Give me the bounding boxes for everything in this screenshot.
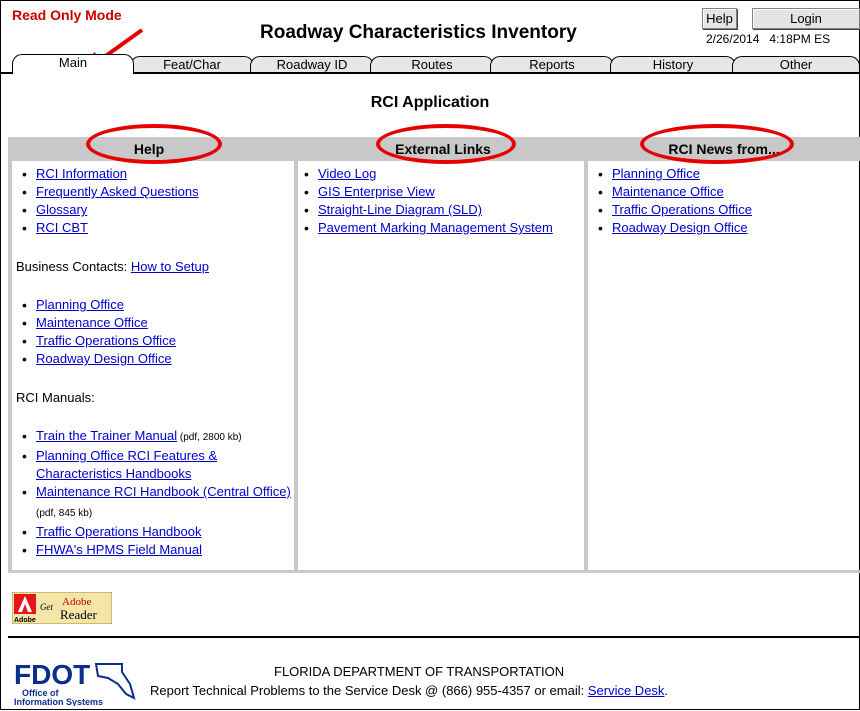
- external-links-list: Video Log GIS Enterprise View Straight-L…: [294, 165, 584, 237]
- list-item: RCI Information: [12, 165, 294, 183]
- link-service-desk[interactable]: Service Desk: [588, 683, 665, 698]
- adobe-reader-badge[interactable]: Adobe Get Adobe Reader: [11, 591, 113, 625]
- help-links-list: RCI Information Frequently Asked Questio…: [12, 165, 294, 237]
- file-note: (pdf, 845 kb): [36, 508, 93, 519]
- time-text: 4:18PM ES: [769, 32, 831, 46]
- contacts-list: Planning Office Maintenance Office Traff…: [12, 296, 294, 368]
- list-item: Maintenance Office: [12, 314, 294, 332]
- annotation-oval-external: [376, 124, 516, 164]
- fdot-logo-text: FDOT: [14, 659, 90, 690]
- list-item: Roadway Design Office: [588, 219, 860, 237]
- external-links-column: Video Log GIS Enterprise View Straight-L…: [294, 161, 588, 570]
- footer-period: .: [664, 683, 669, 698]
- date-text: 2/26/2014: [706, 32, 760, 46]
- link-traffic-ops-handbook[interactable]: Traffic Operations Handbook: [36, 524, 201, 539]
- link-faq[interactable]: Frequently Asked Questions: [36, 184, 199, 199]
- link-sld[interactable]: Straight-Line Diagram (SLD): [318, 202, 482, 217]
- columns-bottom-border: [8, 570, 860, 573]
- list-item: Planning Office RCI Features & Character…: [12, 447, 294, 483]
- fdot-logo-sub2: Information Systems: [14, 697, 103, 706]
- list-item: Video Log: [294, 165, 584, 183]
- list-item: Pavement Marking Management System: [294, 219, 584, 237]
- adobe-brand-text: Adobe: [14, 617, 36, 624]
- link-pavement-marking[interactable]: Pavement Marking Management System: [318, 220, 553, 235]
- adobe-product-text: Reader: [60, 607, 97, 622]
- list-item: Train the Trainer Manual (pdf, 2800 kb): [12, 427, 294, 447]
- list-item: Planning Office: [588, 165, 860, 183]
- date-time: 2/26/2014 4:18PM ES: [706, 32, 830, 46]
- list-item: Straight-Line Diagram (SLD): [294, 201, 584, 219]
- footer-support-line: Report Technical Problems to the Service…: [150, 683, 668, 698]
- link-maintenance-handbook[interactable]: Maintenance RCI Handbook (Central Office…: [36, 484, 291, 499]
- help-button[interactable]: Help: [702, 8, 737, 29]
- link-news-roadway-design[interactable]: Roadway Design Office: [612, 220, 748, 235]
- rci-news-column: Planning Office Maintenance Office Traff…: [588, 161, 860, 570]
- news-links-list: Planning Office Maintenance Office Traff…: [588, 165, 860, 237]
- annotation-oval-news: [640, 124, 794, 164]
- link-glossary[interactable]: Glossary: [36, 202, 87, 217]
- footer-divider: [8, 636, 860, 638]
- fdot-logo: FDOT Office of Information Systems: [12, 654, 142, 707]
- link-news-planning-office[interactable]: Planning Office: [612, 166, 700, 181]
- link-how-to-setup[interactable]: How to Setup: [131, 259, 209, 274]
- fdot-logo-icon: FDOT Office of Information Systems: [14, 659, 136, 707]
- list-item: Frequently Asked Questions: [12, 183, 294, 201]
- login-button[interactable]: Login: [752, 8, 860, 29]
- link-rci-cbt[interactable]: RCI CBT: [36, 220, 88, 235]
- link-news-maintenance-office[interactable]: Maintenance Office: [612, 184, 724, 199]
- list-item: Maintenance RCI Handbook (Central Office…: [12, 483, 294, 523]
- business-contacts-row: Business Contacts: How to Setup: [16, 259, 294, 274]
- list-item: RCI CBT: [12, 219, 294, 237]
- app-title: Roadway Characteristics Inventory: [260, 22, 577, 43]
- tab-bar: Main Feat/Char Roadway ID Routes Reports…: [0, 52, 860, 74]
- link-video-log[interactable]: Video Log: [318, 166, 376, 181]
- list-item: Traffic Operations Handbook: [12, 523, 294, 541]
- list-item: Planning Office: [12, 296, 294, 314]
- business-contacts-label: Business Contacts:: [16, 259, 131, 274]
- link-planning-office[interactable]: Planning Office: [36, 297, 124, 312]
- link-rci-information[interactable]: RCI Information: [36, 166, 127, 181]
- list-item: Roadway Design Office: [12, 350, 294, 368]
- file-note: (pdf, 2800 kb): [177, 432, 242, 443]
- link-traffic-operations-office[interactable]: Traffic Operations Office: [36, 333, 176, 348]
- list-item: Traffic Operations Office: [588, 201, 860, 219]
- section-title: RCI Application: [370, 94, 490, 111]
- list-item: FHWA's HPMS Field Manual: [12, 541, 294, 559]
- read-only-mode-label: Read Only Mode: [12, 7, 122, 23]
- footer-title: FLORIDA DEPARTMENT OF TRANSPORTATION: [274, 664, 565, 679]
- manuals-list: Train the Trainer Manual (pdf, 2800 kb) …: [12, 427, 294, 559]
- link-gis-enterprise-view[interactable]: GIS Enterprise View: [318, 184, 435, 199]
- annotation-oval-help: [86, 124, 222, 164]
- link-hpms-field-manual[interactable]: FHWA's HPMS Field Manual: [36, 542, 202, 557]
- link-planning-handbooks[interactable]: Planning Office RCI Features & Character…: [36, 448, 217, 481]
- link-train-the-trainer[interactable]: Train the Trainer Manual: [36, 428, 177, 443]
- help-column: RCI Information Frequently Asked Questio…: [8, 161, 298, 570]
- tab-main[interactable]: Main: [12, 54, 134, 74]
- footer-support-text: Report Technical Problems to the Service…: [150, 683, 588, 698]
- list-item: GIS Enterprise View: [294, 183, 584, 201]
- adobe-get-text: Get: [40, 602, 53, 612]
- list-item: Maintenance Office: [588, 183, 860, 201]
- link-news-traffic-operations[interactable]: Traffic Operations Office: [612, 202, 752, 217]
- adobe-reader-icon: Adobe Get Adobe Reader: [11, 591, 113, 625]
- list-item: Glossary: [12, 201, 294, 219]
- list-item: Traffic Operations Office: [12, 332, 294, 350]
- link-maintenance-office[interactable]: Maintenance Office: [36, 315, 148, 330]
- link-roadway-design-office[interactable]: Roadway Design Office: [36, 351, 172, 366]
- rci-manuals-label: RCI Manuals:: [16, 390, 95, 405]
